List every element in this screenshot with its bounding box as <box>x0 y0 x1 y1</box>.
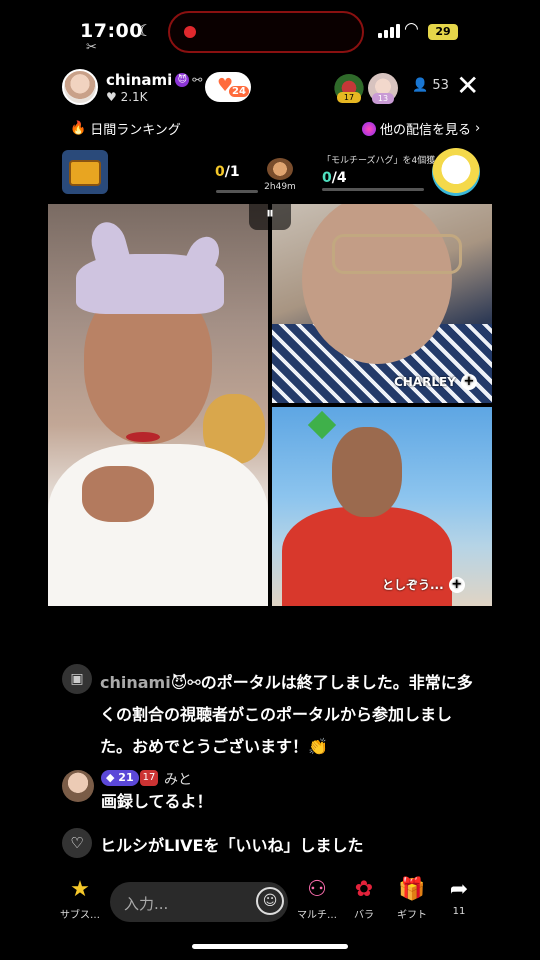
heart-icon: ♥ <box>106 89 121 104</box>
status-bar: 17:00 ☾ ✂ ◠ 29 <box>0 0 540 60</box>
multi-guest-icon: ⚇ <box>307 877 327 902</box>
level-badge: ◆ 21 <box>101 770 139 786</box>
system-message-user[interactable]: chinami <box>100 673 171 692</box>
rose-icon: ✿ <box>354 877 374 902</box>
glasses <box>332 234 462 274</box>
host-avatar[interactable] <box>62 69 98 105</box>
gift-icon: 🎁 <box>398 877 426 902</box>
gift-button[interactable]: 🎁 ギフト <box>388 876 436 921</box>
clock: 17:00 <box>80 20 143 42</box>
devil-emoji-icon: 😈 <box>175 72 190 87</box>
comment-input[interactable]: 入力... ☺ <box>110 882 288 922</box>
fan-badge: 17 <box>140 770 158 786</box>
left-progress-bar <box>216 190 258 193</box>
fist <box>82 466 154 522</box>
host-likes-count: 2.1K <box>120 89 148 104</box>
layout-toggle-icon[interactable]: ⏸ <box>249 196 291 230</box>
viewer-rank-badge: 13 <box>372 93 394 104</box>
comment-placeholder: 入力... <box>124 895 169 913</box>
mission-text: 「モルチーズハグ」を4個獲 <box>322 156 436 166</box>
host-name-row: chinami 😈 ⚯ <box>106 71 202 89</box>
portal-icon: ▣ <box>62 664 92 694</box>
cat-icon <box>267 158 293 180</box>
right-score-value: 0 <box>322 170 332 186</box>
mascot-goal-icon[interactable] <box>432 148 480 196</box>
like-notice-text: ヒルシがLIVEを「いいね」しました <box>100 836 364 855</box>
guest-name-tag[interactable]: としぞう... + <box>382 576 465 593</box>
follow-plus-icon[interactable]: + <box>460 374 477 390</box>
viewer-rank-badge: 17 <box>337 92 361 103</box>
left-score-total: /1 <box>224 164 240 180</box>
live-orb-icon <box>362 121 376 136</box>
lips <box>126 432 160 442</box>
right-progress-bar <box>322 188 424 191</box>
level-badge-value: 21 <box>118 771 134 784</box>
share-button[interactable]: ➦ 11 <box>435 876 483 917</box>
guest-name-tag[interactable]: CHARLEY + <box>394 374 477 390</box>
record-dot-icon <box>184 26 196 38</box>
person-icon: 👤 <box>412 78 433 93</box>
host-name: chinami <box>106 70 173 89</box>
kite <box>307 410 337 440</box>
timer-text: 2h49m <box>264 182 296 192</box>
rings-icon: ⚯ <box>187 673 201 692</box>
multi-guest-button[interactable]: ⚇ マルチ… <box>293 876 341 921</box>
share-count: 11 <box>452 906 466 917</box>
bottom-toolbar: ★ サブス… 入力... ☺ ⚇ マルチ… ✿ バラ 🎁 ギフト ➦ 11 <box>0 876 540 926</box>
daily-ranking-label: 日間ランキング <box>90 123 181 138</box>
headband <box>76 254 224 314</box>
other-streams-label: 他の配信を見る <box>380 123 472 138</box>
multi-guest-label: マルチ… <box>297 910 337 921</box>
chevron-right-icon: › <box>475 121 481 136</box>
wifi-icon: ◠ <box>404 19 419 39</box>
moon-icon: ☾ <box>138 21 153 40</box>
subscribe-button[interactable]: ★ サブス… <box>56 876 104 921</box>
left-score: 0/1 <box>215 164 240 180</box>
host-likes: ♥ 2.1K <box>106 90 202 104</box>
top-viewer-avatar[interactable]: 17 <box>334 74 364 103</box>
chat-text: 画録してるよ！ <box>101 792 213 811</box>
daily-ranking-link[interactable]: 🔥 日間ランキング <box>70 119 181 138</box>
like-badge-count: 24 <box>229 86 249 97</box>
home-indicator[interactable] <box>192 944 348 949</box>
system-message-text: chinami😈⚯のポータルは終了しました。非常に多くの割合の視聴者がこのポータ… <box>100 667 480 763</box>
chat-avatar[interactable] <box>62 770 94 802</box>
host-video[interactable] <box>48 204 268 606</box>
gift-label: ギフト <box>397 910 427 921</box>
right-score-total: /4 <box>331 170 347 186</box>
host-shirt <box>48 444 268 606</box>
star-icon: ★ <box>70 877 90 902</box>
follow-plus-icon[interactable]: + <box>448 576 465 593</box>
screen-recording-indicator[interactable] <box>168 11 364 53</box>
subscribe-label: サブス… <box>60 910 100 921</box>
guest-head <box>332 427 402 517</box>
heart-outline-icon: ♡ <box>62 828 92 858</box>
rings-icon: ⚯ <box>192 72 203 87</box>
battery-indicator: 29 <box>428 24 458 40</box>
devil-emoji-icon: 😈 <box>170 673 188 692</box>
cellular-signal-icon <box>378 24 400 38</box>
like-streak-badge[interactable]: ♥ 24 <box>205 72 251 102</box>
guest-name: CHARLEY <box>394 375 456 389</box>
flame-icon: 🔥 <box>70 121 87 136</box>
chat-username[interactable]: みと <box>164 769 192 789</box>
viewer-count-value: 53 <box>432 78 449 93</box>
viewer-count[interactable]: 👤 53 <box>412 78 449 93</box>
rose-button[interactable]: ✿ バラ <box>340 876 388 921</box>
share-arrow-icon: ➦ <box>449 877 469 902</box>
emoji-icon[interactable]: ☺ <box>256 887 284 915</box>
top-viewer-avatar[interactable]: 13 <box>368 73 398 104</box>
right-score: 0/4 <box>322 170 347 186</box>
battle-timer: 2h49m <box>262 158 298 198</box>
host-profile[interactable]: chinami 😈 ⚯ ♥ 2.1K <box>62 68 202 106</box>
capcut-logo-icon: ✂ <box>86 40 97 55</box>
other-streams-link[interactable]: 他の配信を見る › <box>362 119 480 138</box>
rose-label: バラ <box>354 910 374 921</box>
guest-name: としぞう... <box>382 578 444 592</box>
close-icon[interactable]: ✕ <box>456 72 479 100</box>
left-score-value: 0 <box>215 164 225 180</box>
treasure-chest-icon[interactable] <box>62 150 108 194</box>
multi-guest-grid <box>48 204 492 606</box>
